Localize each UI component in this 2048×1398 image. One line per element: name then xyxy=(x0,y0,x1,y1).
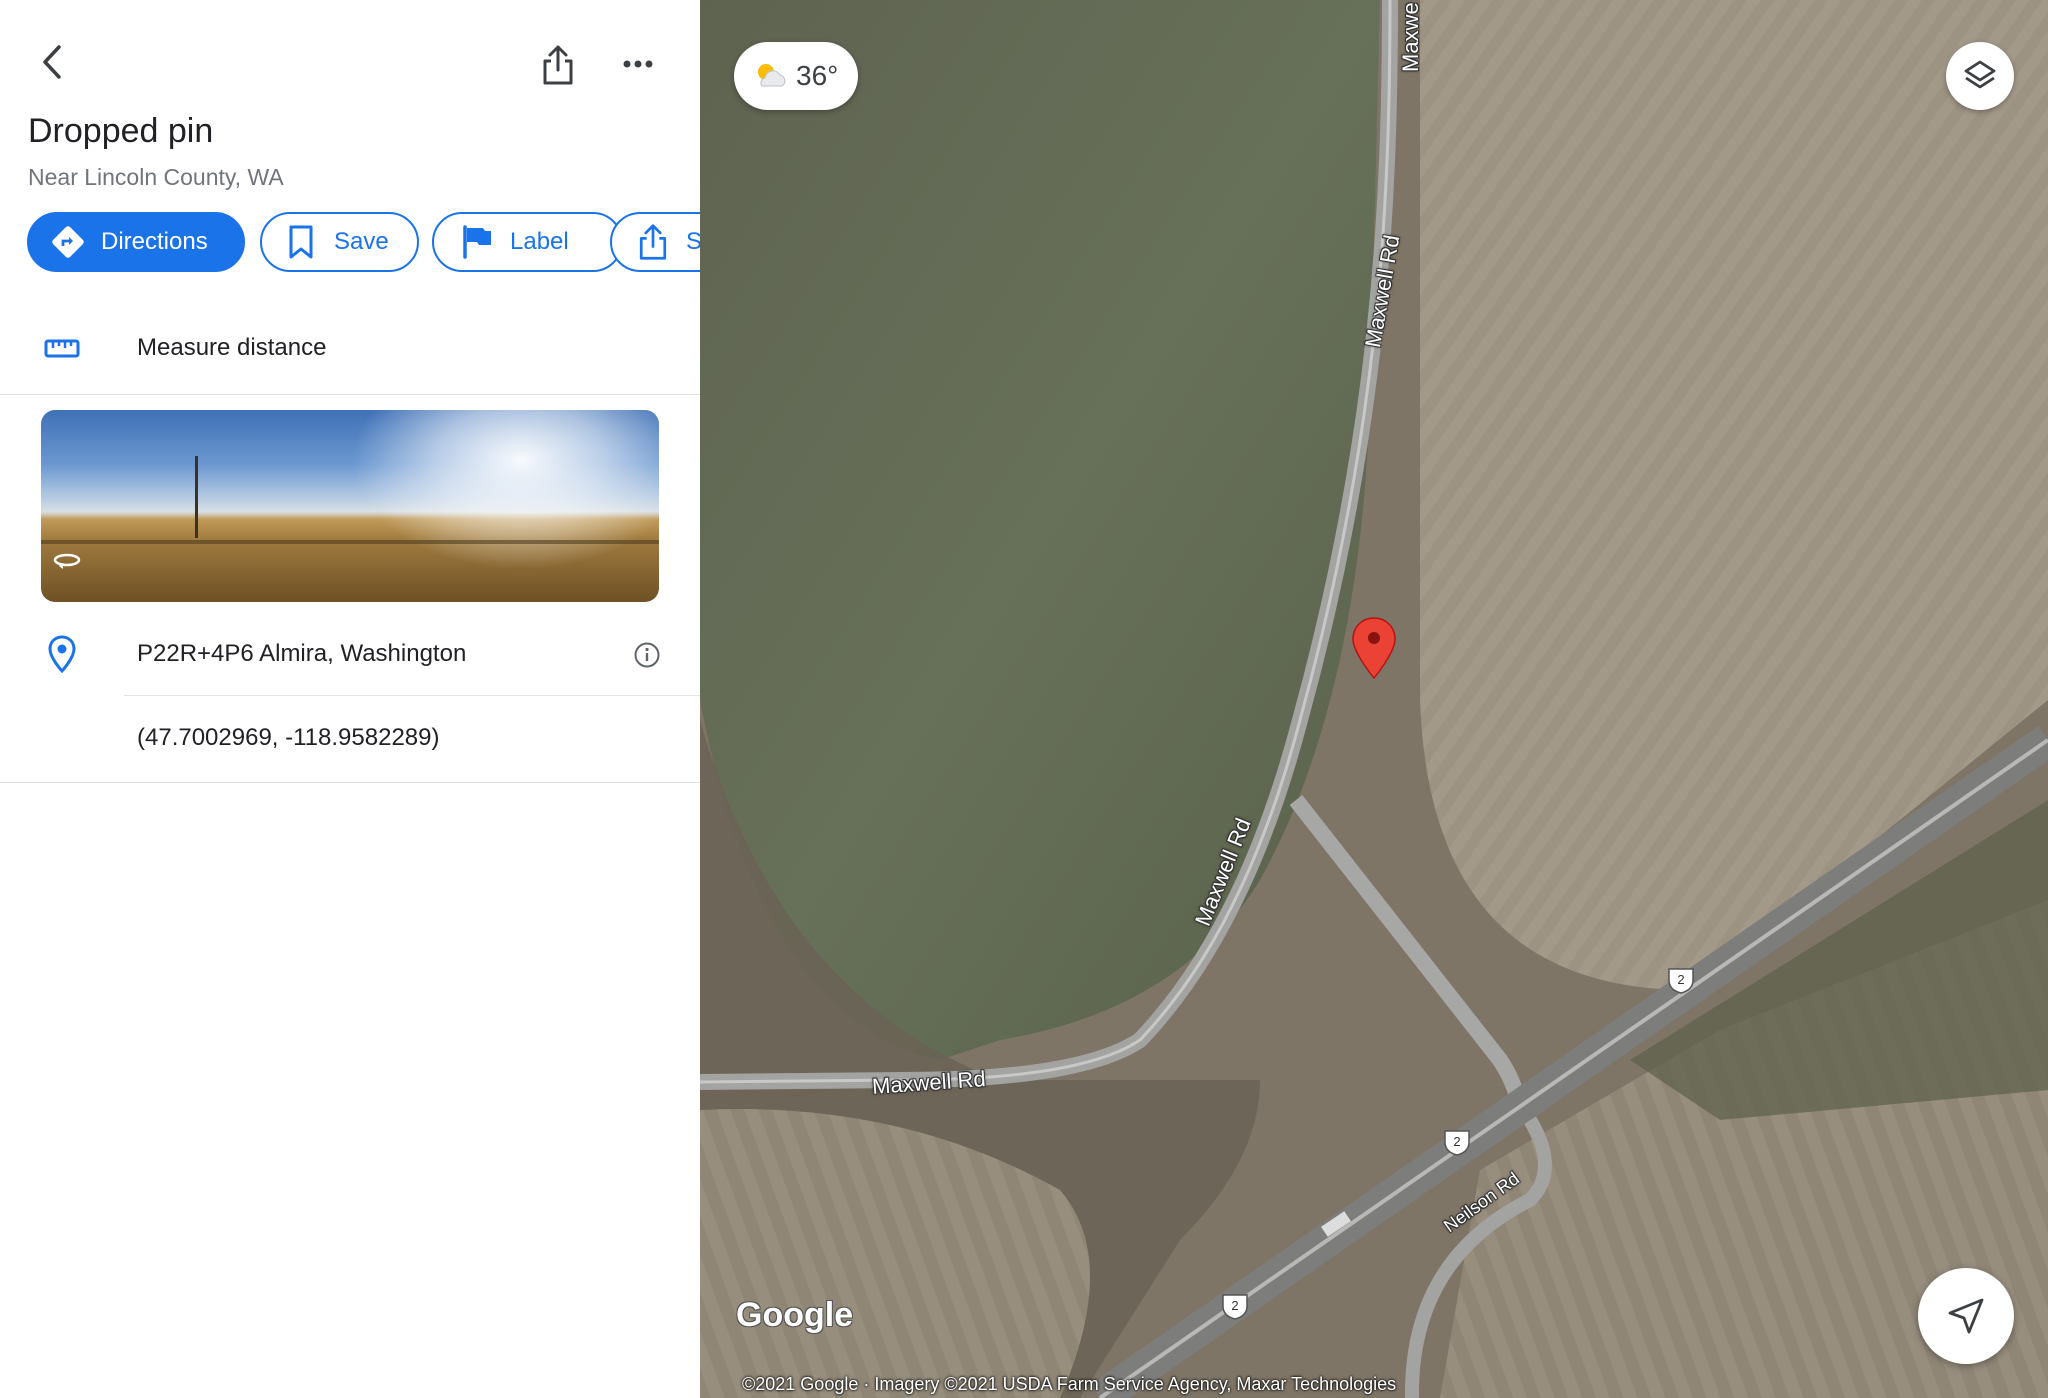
back-button[interactable] xyxy=(30,40,74,84)
bookmark-icon xyxy=(282,223,320,261)
share-icon xyxy=(543,45,573,85)
share-button[interactable] xyxy=(536,40,580,90)
share-chip-button[interactable]: Share xyxy=(610,212,700,272)
save-button[interactable]: Save xyxy=(260,212,419,272)
plus-code-row[interactable]: P22R+4P6 Almira, Washington xyxy=(0,616,700,696)
weather-temperature: 36° xyxy=(796,60,839,91)
highway-number: 2 xyxy=(1453,1134,1460,1149)
layers-button[interactable] xyxy=(1946,42,2014,110)
more-icon xyxy=(623,60,653,68)
layers-icon xyxy=(1964,60,1996,89)
photo-sun-glare xyxy=(351,410,659,570)
directions-button[interactable]: Directions xyxy=(27,212,245,272)
directions-label: Directions xyxy=(101,228,208,255)
highway-number: 2 xyxy=(1231,1298,1238,1313)
google-logo: Google xyxy=(736,1296,854,1334)
my-location-button[interactable] xyxy=(1918,1268,2014,1364)
ruler-icon xyxy=(42,328,82,368)
weather-icon xyxy=(758,64,786,87)
highway-shield-icon: 2 xyxy=(1668,968,1694,994)
satellite-map[interactable]: 36° Maxwell Rd Maxwell Rd Maxwell Rd Max… xyxy=(700,0,2048,1398)
street-view-photo[interactable] xyxy=(41,410,659,602)
action-chips: Directions Save Label Share xyxy=(27,212,700,276)
panorama-icon xyxy=(53,553,81,569)
photo-horizon xyxy=(41,540,659,544)
share-chip-label: Share xyxy=(686,228,700,255)
highway-shield-icon: 2 xyxy=(1444,1130,1470,1156)
location-pin-icon xyxy=(42,632,82,676)
label-label: Label xyxy=(510,228,569,255)
road-label-maxwell: Maxwe xyxy=(1398,2,1423,72)
highway-number: 2 xyxy=(1677,972,1684,987)
satellite-imagery xyxy=(700,0,2048,1398)
place-panel: Dropped pin Near Lincoln County, WA Dire… xyxy=(0,0,700,1398)
directions-icon xyxy=(49,223,87,261)
photo-utility-pole xyxy=(195,456,198,538)
more-options-button[interactable] xyxy=(616,44,660,84)
back-arrow-icon xyxy=(43,45,61,79)
coordinates-row[interactable]: (47.7002969, -118.9582289) xyxy=(0,696,700,783)
place-title: Dropped pin xyxy=(28,112,214,150)
highway-shield-icon: 2 xyxy=(1222,1294,1248,1320)
measure-distance-label: Measure distance xyxy=(137,334,327,361)
flag-icon xyxy=(458,223,496,261)
measure-distance-row[interactable]: Measure distance xyxy=(0,306,700,395)
share-icon xyxy=(634,223,672,261)
map-attribution[interactable]: ©2021 Google · Imagery ©2021 USDA Farm S… xyxy=(742,1374,1396,1395)
label-button[interactable]: Label xyxy=(432,212,623,272)
weather-chip[interactable]: 36° xyxy=(734,42,858,110)
navigation-arrow-icon xyxy=(1948,1298,1984,1334)
plus-code-text: P22R+4P6 Almira, Washington xyxy=(137,640,467,667)
dropped-pin-marker[interactable] xyxy=(1350,616,1398,680)
info-icon[interactable] xyxy=(630,638,664,672)
place-subtitle: Near Lincoln County, WA xyxy=(28,164,284,190)
save-label: Save xyxy=(334,228,389,255)
coordinates-text: (47.7002969, -118.9582289) xyxy=(137,724,440,751)
